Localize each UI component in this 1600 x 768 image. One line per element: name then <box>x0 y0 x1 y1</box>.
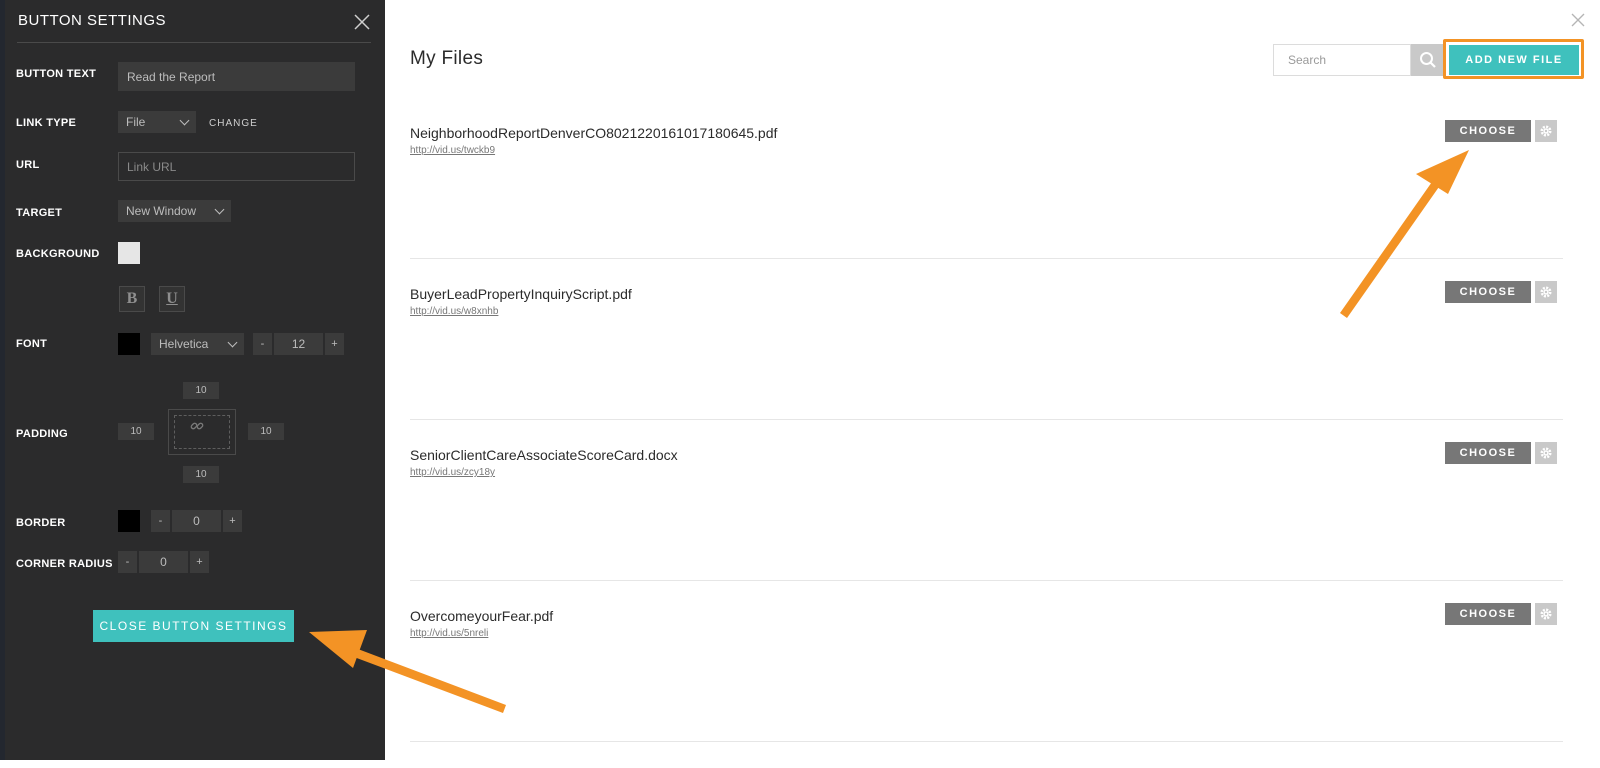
font-family-select[interactable]: Helvetica <box>151 333 244 355</box>
file-link[interactable]: http://vid.us/5nreli <box>410 628 488 639</box>
font-color-swatch[interactable] <box>118 333 140 355</box>
font-size-increase[interactable]: + <box>325 333 344 355</box>
corner-radius-label: CORNER RADIUS <box>16 558 113 570</box>
bold-button[interactable]: B <box>119 286 145 312</box>
file-link[interactable]: http://vid.us/zcy18y <box>410 467 495 478</box>
gear-icon <box>1540 608 1552 620</box>
close-button-settings-button[interactable]: CLOSE BUTTON SETTINGS <box>93 610 294 642</box>
font-label: FONT <box>16 338 48 350</box>
panel-title: BUTTON SETTINGS <box>18 12 167 29</box>
border-width-value[interactable]: 0 <box>172 510 221 532</box>
target-label: TARGET <box>16 207 63 219</box>
page-title: My Files <box>410 48 484 69</box>
link-type-select[interactable]: File <box>118 111 196 133</box>
border-color-swatch[interactable] <box>118 510 140 532</box>
file-settings-button[interactable] <box>1535 281 1557 303</box>
url-input[interactable] <box>118 152 355 181</box>
font-size-decrease[interactable]: - <box>253 333 272 355</box>
file-name: SeniorClientCareAssociateScoreCard.docx <box>410 447 678 463</box>
file-name: BuyerLeadPropertyInquiryScript.pdf <box>410 286 632 302</box>
file-settings-button[interactable] <box>1535 603 1557 625</box>
border-decrease[interactable]: - <box>151 510 170 532</box>
gear-icon <box>1540 447 1552 459</box>
file-row[interactable]: OvercomeyourFear.pdf http://vid.us/5nrel… <box>410 603 1563 768</box>
search-icon <box>1419 52 1436 68</box>
button-text-label: BUTTON TEXT <box>16 68 97 80</box>
file-link[interactable]: http://vid.us/twckb9 <box>410 145 495 156</box>
search-button[interactable] <box>1411 44 1444 76</box>
padding-top-input[interactable]: 10 <box>183 382 219 399</box>
padding-left-input[interactable]: 10 <box>118 423 154 440</box>
button-text-input[interactable] <box>118 62 355 91</box>
button-settings-panel: BUTTON SETTINGS BUTTON TEXT LINK TYPE Fi… <box>0 0 385 760</box>
corner-radius-increase[interactable]: + <box>190 551 209 573</box>
background-label: BACKGROUND <box>16 248 100 260</box>
choose-button[interactable]: CHOOSE <box>1445 603 1531 625</box>
chevron-down-icon <box>227 337 238 347</box>
padding-right-input[interactable]: 10 <box>248 423 284 440</box>
file-name: NeighborhoodReportDenverCO80212201610171… <box>410 125 778 141</box>
file-link[interactable]: http://vid.us/w8xnhb <box>410 306 498 317</box>
target-value: New Window <box>126 204 197 218</box>
padding-bottom-input[interactable]: 10 <box>183 466 219 483</box>
choose-button[interactable]: CHOOSE <box>1445 281 1531 303</box>
corner-radius-decrease[interactable]: - <box>118 551 137 573</box>
padding-label: PADDING <box>16 428 69 440</box>
gear-icon <box>1540 125 1552 137</box>
file-row[interactable]: NeighborhoodReportDenverCO80212201610171… <box>410 120 1563 285</box>
file-name: OvercomeyourFear.pdf <box>410 608 554 624</box>
change-link-type-button[interactable]: CHANGE <box>209 118 258 129</box>
chevron-down-icon <box>179 115 190 125</box>
choose-button[interactable]: CHOOSE <box>1445 442 1531 464</box>
row-divider <box>410 258 1563 259</box>
corner-radius-value[interactable]: 0 <box>139 551 188 573</box>
chevron-down-icon <box>214 204 225 214</box>
search-input[interactable] <box>1273 44 1411 76</box>
add-new-file-button[interactable]: ADD NEW FILE <box>1449 45 1579 75</box>
close-icon[interactable] <box>1571 13 1585 27</box>
font-family-value: Helvetica <box>159 337 209 351</box>
gear-icon <box>1540 286 1552 298</box>
border-increase[interactable]: + <box>223 510 242 532</box>
target-select[interactable]: New Window <box>118 200 231 222</box>
row-divider <box>410 419 1563 420</box>
link-type-label: LINK TYPE <box>16 117 77 129</box>
file-row[interactable]: BuyerLeadPropertyInquiryScript.pdf http:… <box>410 281 1563 446</box>
underline-button[interactable]: U <box>159 286 185 312</box>
border-label: BORDER <box>16 517 66 529</box>
link-icon[interactable] <box>190 419 204 433</box>
choose-button[interactable]: CHOOSE <box>1445 120 1531 142</box>
panel-divider <box>17 42 371 43</box>
file-settings-button[interactable] <box>1535 442 1557 464</box>
file-row[interactable]: SeniorClientCareAssociateScoreCard.docx … <box>410 442 1563 607</box>
close-icon[interactable] <box>352 12 372 32</box>
row-divider <box>410 580 1563 581</box>
padding-preview <box>168 409 236 455</box>
background-color-swatch[interactable] <box>118 242 140 264</box>
file-settings-button[interactable] <box>1535 120 1557 142</box>
link-type-value: File <box>126 115 146 129</box>
font-size-value[interactable]: 12 <box>274 333 323 355</box>
panel-edge <box>0 0 5 760</box>
url-label: URL <box>16 159 40 171</box>
row-divider <box>410 741 1563 742</box>
